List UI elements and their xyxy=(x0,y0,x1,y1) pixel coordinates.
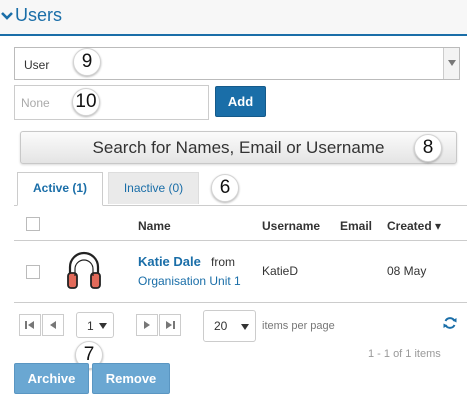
section-title: Users xyxy=(15,5,63,25)
callout-badge: 6 xyxy=(211,174,239,202)
select-arrow-button[interactable] xyxy=(443,48,459,79)
previous-page-button[interactable] xyxy=(42,314,64,336)
archive-button[interactable]: Archive xyxy=(14,363,89,394)
name-input[interactable] xyxy=(15,86,208,119)
pager-summary: 1 - 1 of 1 items xyxy=(368,348,441,360)
remove-button[interactable]: Remove xyxy=(92,363,170,394)
table-header: Name Username Email Created ▾ xyxy=(14,208,467,241)
page-number-value: 1 xyxy=(87,319,94,333)
add-button[interactable]: Add xyxy=(215,86,266,117)
page-number-select[interactable]: 1 xyxy=(76,312,114,338)
user-name-link[interactable]: Katie Dale xyxy=(138,254,201,269)
column-header-username[interactable]: Username xyxy=(262,219,320,233)
username-cell: KatieD xyxy=(262,264,299,278)
callout-badge: 8 xyxy=(414,134,442,162)
first-page-button[interactable] xyxy=(19,314,41,336)
chevron-down-icon xyxy=(1,12,13,20)
column-header-email[interactable]: Email xyxy=(340,219,372,233)
next-page-icon xyxy=(144,321,150,329)
headphones-icon xyxy=(67,251,101,289)
tab-active[interactable]: Active (1) xyxy=(17,172,103,206)
caret-down-icon xyxy=(99,323,107,329)
from-label: from xyxy=(211,255,235,269)
user-type-select-value: User xyxy=(24,58,50,72)
caret-down-icon xyxy=(448,60,456,66)
previous-page-icon xyxy=(50,321,56,329)
first-page-icon xyxy=(25,321,34,329)
next-page-button[interactable] xyxy=(136,314,158,336)
column-header-created[interactable]: Created ▾ xyxy=(387,219,441,233)
callout-badge: 10 xyxy=(72,88,100,116)
row-checkbox[interactable] xyxy=(26,265,40,279)
select-all-checkbox[interactable] xyxy=(26,217,40,231)
caret-down-icon xyxy=(241,324,249,330)
callout-badge: 9 xyxy=(73,48,101,76)
table-row[interactable]: Katie Dale from Organisation Unit 1 Kati… xyxy=(14,241,467,303)
column-header-name[interactable]: Name xyxy=(138,219,171,233)
name-input-box[interactable] xyxy=(14,85,209,120)
users-section-header[interactable]: Users xyxy=(0,0,467,36)
items-per-page-label: items per page xyxy=(262,320,335,332)
last-page-button[interactable] xyxy=(159,314,181,336)
last-page-icon xyxy=(166,321,175,329)
refresh-icon[interactable] xyxy=(443,316,457,330)
search-button[interactable]: Search for Names, Email or Username xyxy=(20,131,457,164)
page-size-value: 20 xyxy=(214,319,228,333)
created-cell: 08 May xyxy=(387,264,427,278)
organisation-link[interactable]: Organisation Unit 1 xyxy=(138,274,241,288)
page-size-select[interactable]: 20 xyxy=(203,310,256,342)
tab-inactive[interactable]: Inactive (0) xyxy=(108,172,199,204)
